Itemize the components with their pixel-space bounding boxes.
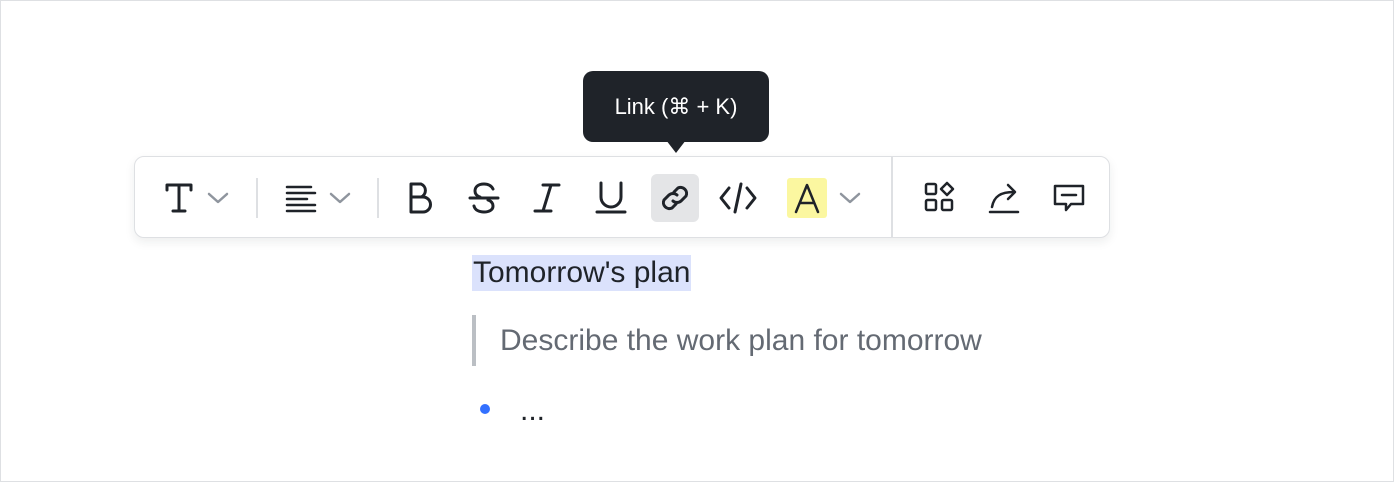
toolbar-divider [377,178,379,218]
strikethrough-icon [466,180,502,216]
chevron-down-icon [329,191,351,205]
text-type-icon [161,180,197,216]
underline-icon [593,180,629,216]
toolbar-divider [256,178,258,218]
bold-icon [402,180,438,216]
toolbar-divider [891,157,893,237]
link-button[interactable] [651,174,699,222]
highlight-icon [787,178,827,218]
chevron-down-icon [839,191,861,205]
strikethrough-button[interactable] [460,174,508,222]
bold-button[interactable] [396,174,444,222]
italic-icon [529,180,565,216]
tooltip-arrow [666,140,686,153]
comment-icon [1051,180,1087,216]
align-button[interactable] [275,174,359,222]
underline-button[interactable] [587,174,635,222]
text-style-button[interactable] [153,174,237,222]
editor-canvas: Link (⌘ + K) Tomorrow's plan Describe th… [0,0,1394,482]
code-button[interactable] [714,174,762,222]
align-left-icon [283,180,319,216]
bullet-item[interactable]: ... [520,393,545,429]
code-icon [718,180,758,216]
share-button[interactable] [980,174,1028,222]
bullet-marker [480,404,490,414]
link-icon [657,180,693,216]
more-blocks-button[interactable] [916,174,964,222]
quote-placeholder[interactable]: Describe the work plan for tomorrow [500,323,982,359]
comment-button[interactable] [1045,174,1093,222]
highlight-button[interactable] [782,174,866,222]
italic-button[interactable] [523,174,571,222]
selected-heading[interactable]: Tomorrow's plan [472,255,692,291]
format-toolbar [134,156,1110,238]
chevron-down-icon [207,191,229,205]
quote-bar [472,315,476,366]
share-icon [986,180,1022,216]
link-tooltip: Link (⌘ + K) [583,71,769,142]
tooltip-text: Link (⌘ + K) [614,93,738,119]
grid-shapes-icon [922,180,958,216]
